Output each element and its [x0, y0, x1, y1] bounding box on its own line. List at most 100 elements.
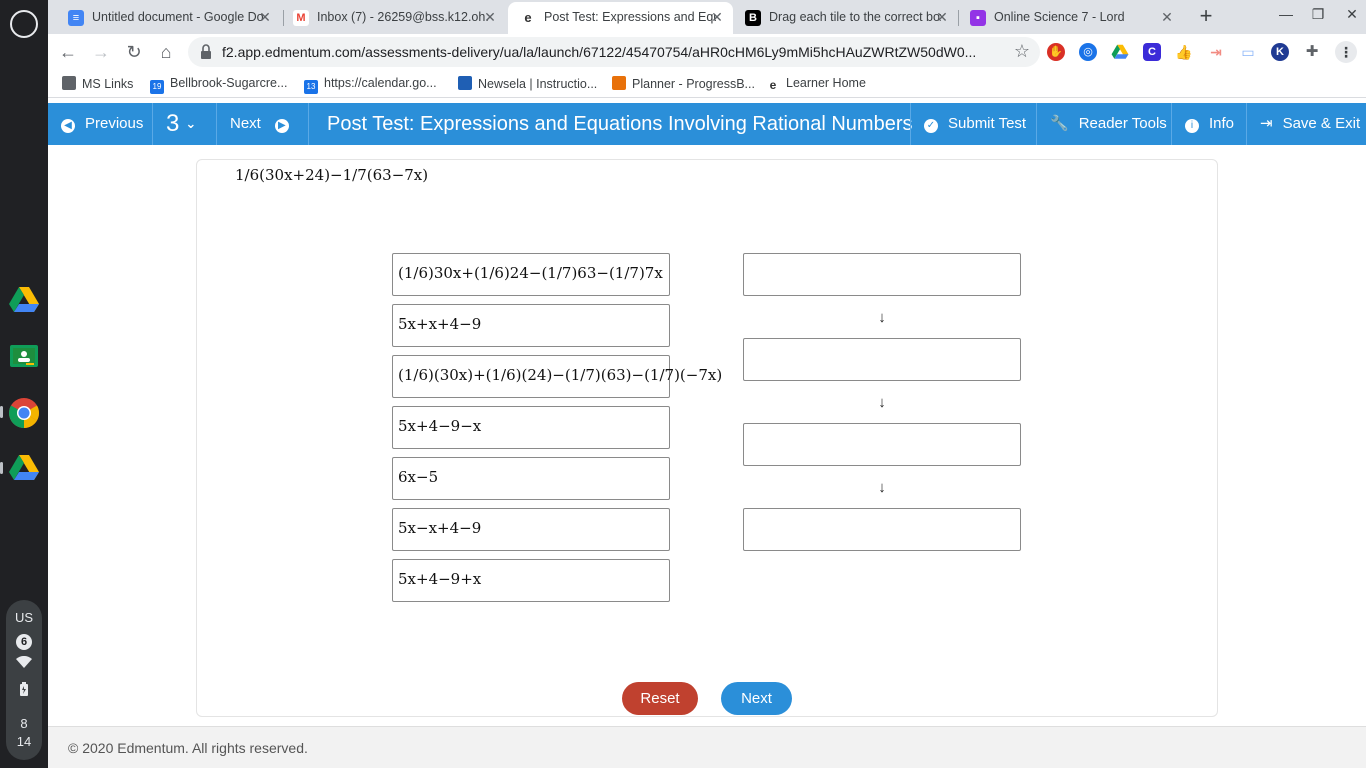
bookmark-bellbrook[interactable]: 19 Bellbrook-Sugarcre... — [150, 76, 287, 94]
question-number: 3 — [166, 110, 180, 137]
tab-title: Post Test: Expressions and Equations — [544, 10, 716, 24]
extension-thumb-icon[interactable]: 👍 — [1175, 43, 1193, 61]
submit-test-button[interactable]: ✓ Submit Test — [910, 103, 1037, 145]
extension-k-icon[interactable]: K — [1271, 43, 1289, 61]
draggable-tile[interactable]: 5x+4−9−x — [392, 406, 670, 449]
draggable-tile[interactable]: (1/6)30x+(1/6)24−(1/7)63−(1/7)7x — [392, 253, 670, 296]
new-tab-button[interactable]: + — [1194, 5, 1218, 29]
active-app-indicator — [0, 406, 3, 418]
gmail-icon: M — [293, 10, 309, 26]
launcher-button[interactable] — [10, 10, 38, 38]
previous-button[interactable]: ◀ Previous — [48, 103, 153, 145]
bookmark-ms-links[interactable]: MS Links — [62, 76, 133, 91]
chrome-icon[interactable] — [8, 397, 40, 429]
google-drive-icon[interactable] — [8, 284, 40, 316]
next-nav-button[interactable]: Next ▶ — [217, 103, 309, 145]
bookmark-learner-home[interactable]: e Learner Home — [766, 76, 866, 92]
system-tray[interactable]: US 6 8 14 — [6, 600, 42, 760]
tab-strip: ≡ Untitled document - Google Docs ✕ M In… — [48, 0, 1366, 34]
tab-google-docs[interactable]: ≡ Untitled document - Google Docs ✕ — [56, 2, 281, 34]
calendar-icon: 19 — [150, 80, 164, 94]
minimize-button[interactable]: — — [1274, 6, 1298, 26]
extension-screen-icon[interactable]: ▭ — [1239, 43, 1257, 61]
close-icon[interactable]: ✕ — [709, 9, 725, 25]
reader-tools-button[interactable]: 🔧 Reader Tools — [1037, 103, 1172, 145]
bookmark-planner[interactable]: Planner - ProgressB... — [612, 76, 755, 91]
bookmark-label: Bellbrook-Sugarcre... — [170, 76, 288, 90]
wrench-icon: 🔧 — [1050, 115, 1069, 132]
notification-count-badge: 6 — [16, 634, 32, 650]
address-bar[interactable]: f2.app.edmentum.com/assessments-delivery… — [188, 37, 1040, 67]
brainly-icon: B — [745, 10, 761, 26]
forward-arrow-icon[interactable]: → — [89, 40, 113, 64]
bookmark-label: https://calendar.go... — [324, 76, 437, 90]
draggable-tile[interactable]: (1/6)(30x)+(1/6)(24)−(1/7)(63)−(1/7)(−7x… — [392, 355, 722, 398]
extension-stop-icon[interactable]: ✋ — [1047, 43, 1065, 61]
docs-icon: ≡ — [68, 10, 84, 26]
copyright-text: © 2020 Edmentum. All rights reserved. — [68, 740, 308, 756]
sign-out-icon: ⇥ — [1260, 115, 1273, 132]
battery-icon — [6, 682, 42, 699]
close-icon[interactable]: ✕ — [257, 9, 273, 25]
close-window-button[interactable]: ✕ — [1340, 6, 1364, 26]
wifi-icon — [6, 655, 42, 671]
draggable-tile[interactable]: 6x−5 — [392, 457, 670, 500]
bookmark-calendar[interactable]: 13 https://calendar.go... — [304, 76, 437, 94]
google-drive-icon[interactable] — [8, 452, 40, 484]
restore-button[interactable]: ❐ — [1306, 6, 1330, 26]
clock-hour: 8 — [20, 716, 28, 731]
drop-target-box[interactable] — [743, 508, 1021, 551]
bookmarks-bar: MS Links 19 Bellbrook-Sugarcre... 13 https… — [48, 70, 1366, 98]
url-text: f2.app.edmentum.com/assessments-delivery… — [222, 44, 977, 60]
back-arrow-icon[interactable]: ← — [56, 40, 80, 64]
google-classroom-icon[interactable] — [8, 340, 40, 372]
lock-icon[interactable] — [200, 44, 212, 60]
google-drive-extension-icon[interactable] — [1111, 43, 1129, 61]
bookmark-label: MS Links — [82, 77, 134, 91]
tab-brainly[interactable]: B Drag each tile to the correct box ✕ — [733, 2, 958, 34]
close-icon[interactable]: ✕ — [1159, 9, 1175, 25]
bookmark-label: Newsela | Instructio... — [478, 77, 598, 91]
tab-gmail[interactable]: M Inbox (7) - 26259@bss.k12.oh.us ✕ — [281, 2, 506, 34]
draggable-tile[interactable]: 5x+x+4−9 — [392, 304, 670, 347]
drop-target-box[interactable] — [743, 253, 1021, 296]
info-button[interactable]: i Info — [1172, 103, 1247, 145]
home-icon[interactable]: ⌂ — [154, 40, 178, 64]
arrow-down-icon: ↓ — [878, 309, 886, 326]
extension-shield-icon[interactable]: ◎ — [1079, 43, 1097, 61]
chevron-down-icon: ⌄ — [185, 116, 197, 131]
arrow-right-circle-icon: ▶ — [274, 119, 289, 133]
drop-target-box[interactable] — [743, 423, 1021, 466]
arrow-left-circle-icon: ◀ — [61, 119, 75, 133]
draggable-tile[interactable]: 5x−x+4−9 — [392, 508, 670, 551]
extension-arrow-icon[interactable]: ⇥ — [1207, 43, 1225, 61]
reset-button[interactable]: Reset — [622, 682, 698, 715]
arrow-down-icon: ↓ — [878, 394, 886, 411]
calendar-icon: 13 — [304, 80, 318, 94]
check-circle-icon: ✓ — [924, 119, 938, 133]
extension-c-icon[interactable]: C — [1143, 43, 1161, 61]
save-exit-label: Save & Exit — [1282, 115, 1361, 132]
chrome-menu-icon[interactable]: ⋮ — [1335, 41, 1357, 63]
reload-icon[interactable]: ↻ — [122, 40, 146, 64]
tab-online-science[interactable]: ▪ Online Science 7 - Lord ✕ — [958, 2, 1183, 34]
question-number-dropdown[interactable]: 3 ⌄ — [153, 103, 217, 145]
tab-edmentum-active[interactable]: e Post Test: Expressions and Equations ✕ — [508, 2, 733, 34]
folder-icon — [62, 76, 76, 90]
save-exit-button[interactable]: ⇥ Save & Exit — [1247, 103, 1366, 145]
bookmark-star-icon[interactable]: ☆ — [1014, 41, 1030, 62]
arrow-down-icon: ↓ — [878, 479, 886, 496]
edmentum-icon: e — [766, 78, 780, 92]
tab-title: Untitled document - Google Docs — [92, 10, 264, 24]
drop-target-box[interactable] — [743, 338, 1021, 381]
draggable-tile[interactable]: 5x+4−9+x — [392, 559, 670, 602]
bookmark-newsela[interactable]: Newsela | Instructio... — [458, 76, 597, 91]
close-icon[interactable]: ✕ — [482, 9, 498, 25]
ime-indicator: US — [14, 610, 34, 625]
tab-title: Inbox (7) - 26259@bss.k12.oh.us — [317, 10, 489, 24]
reader-tools-label: Reader Tools — [1078, 115, 1167, 132]
extensions-puzzle-icon[interactable]: ✚ — [1303, 43, 1321, 61]
next-button[interactable]: Next — [721, 682, 792, 715]
next-label: Next — [230, 115, 261, 132]
close-icon[interactable]: ✕ — [934, 9, 950, 25]
